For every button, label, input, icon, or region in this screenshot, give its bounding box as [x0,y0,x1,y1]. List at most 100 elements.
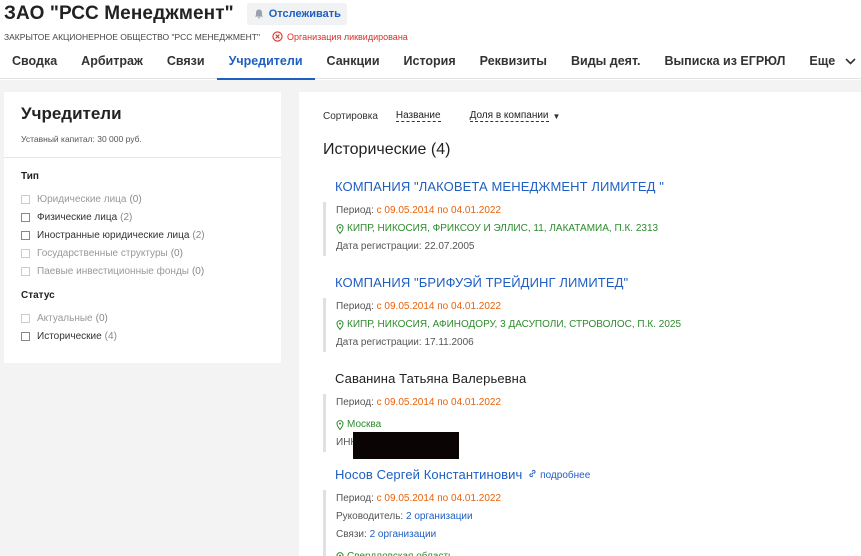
page-header: ЗАО "РСС Менеджмент" Отслеживать ЗАКРЫТО… [0,0,861,84]
address-line: КИПР, НИКОСИЯ, ФРИКСОУ И ЭЛЛИС, 11, ЛАКА… [336,220,835,238]
checkbox[interactable] [21,248,30,258]
links-orgs-link[interactable]: 2 организации [370,529,437,540]
head-line: Руководитель: 2 организации [336,508,835,526]
checkbox[interactable] [21,331,30,341]
tab-activities[interactable]: Виды деят. [559,44,652,79]
filter-count: (4) [104,330,117,342]
checkbox[interactable] [21,212,30,222]
filter-count: (0) [95,312,108,324]
company-full-name: ЗАКРЫТОЕ АКЦИОНЕРНОЕ ОБЩЕСТВО "РСС МЕНЕД… [4,31,261,42]
filter-current[interactable]: Актуальные (0) [21,309,281,327]
filter-historical[interactable]: Исторические (4) [21,327,281,345]
sort-by-share[interactable]: Доля в компании [469,110,549,122]
founder-name-link[interactable]: КОМПАНИЯ "БРИФУЭЙ ТРЕЙДИНГ ЛИМИТЕД" [335,275,835,290]
follow-label: Отслеживать [268,8,341,20]
redaction-block [353,432,459,459]
founder-name-link[interactable]: КОМПАНИЯ "ЛАКОВЕТА МЕНЕДЖМЕНТ ЛИМИТЕД " [335,179,835,194]
sort-by-share-label: Доля в компании [469,110,549,121]
tab-summary[interactable]: Сводка [0,44,69,79]
period-line: Период: с 09.05.2014 по 04.01.2022 [336,202,835,220]
filter-label: Исторические [37,330,102,342]
links-label: Связи: [336,529,367,540]
period-label: Период: [336,397,374,408]
sort-row: Сортировка Название Доля в компании ▼ [323,110,560,122]
tab-requisites[interactable]: Реквизиты [468,44,559,79]
period-line: Период: с 09.05.2014 по 04.01.2022 [336,298,835,316]
chevron-down-icon [845,58,856,65]
founder-name-link[interactable]: Носов Сергей Константинович [335,467,522,482]
filter-legal-entities[interactable]: Юридические лица (0) [21,190,281,208]
filter-mutual-funds[interactable]: Паевые инвестиционные фонды (0) [21,262,281,280]
sidebar-title: Учредители [21,104,122,123]
founder-details: Период: с 09.05.2014 по 04.01.2022 Руков… [323,490,835,556]
head-label: Руководитель: [336,511,404,522]
filter-sidebar: Учредители Уставный капитал: 30 000 руб.… [4,92,281,363]
sort-label: Сортировка [323,110,378,122]
filter-count: (0) [191,265,205,277]
tab-more-label: Еще [809,54,836,68]
details-link[interactable]: подробнее [528,469,590,481]
filter-label: Актуальные [37,312,93,324]
title-row: ЗАО "РСС Менеджмент" Отслеживать [4,3,347,25]
address-value: КИПР, НИКОСИЯ, ФРИКСОУ И ЭЛЛИС, 11, ЛАКА… [347,223,659,234]
filter-label: Государственные структуры [37,247,168,259]
founder-details: Период: с 09.05.2014 по 04.01.2022 КИПР,… [323,298,835,352]
founders-list-panel: Сортировка Название Доля в компании ▼ Ис… [299,92,861,556]
tab-arbitration[interactable]: Арбитраж [69,44,155,79]
filter-label: Паевые инвестиционные фонды [37,265,189,277]
period-line: Период: с 09.05.2014 по 04.01.2022 [336,394,835,412]
filter-label: Юридические лица [37,193,127,205]
filter-count: (0) [129,193,142,205]
address-line: КИПР, НИКОСИЯ, АФИНОДОРУ, 3 ДАСУПОЛИ, СТ… [336,316,835,334]
filter-label: Иностранные юридические лица [37,229,190,241]
filter-count: (0) [170,247,183,259]
sort-by-name[interactable]: Название [395,110,441,122]
period-value: с 09.05.2014 по 04.01.2022 [376,397,502,408]
address-value: Свердловская область [347,548,453,556]
map-pin-icon [336,552,344,556]
period-value: с 09.05.2014 по 04.01.2022 [376,493,502,504]
filter-count: (2) [120,211,133,223]
address-line: Свердловская область [336,548,835,556]
subtitle-row: ЗАКРЫТОЕ АКЦИОНЕРНОЕ ОБЩЕСТВО "РСС МЕНЕД… [4,31,408,42]
checkbox[interactable] [21,266,30,276]
links-line: Связи: 2 организации [336,526,835,544]
period-label: Период: [336,301,374,312]
founder-entry: Носов Сергей Константинович подробнее Пе… [323,467,835,556]
tab-egrul-extract[interactable]: Выписка из ЕГРЮЛ [652,44,797,79]
map-pin-icon [336,320,344,330]
company-title: ЗАО "РСС Менеджмент" [4,3,234,24]
filter-group-type-title: Тип [21,171,39,182]
tab-history[interactable]: История [392,44,468,79]
sidebar-filters: Тип Юридические лица (0) Физические лица… [4,158,281,345]
bell-icon [254,9,263,19]
authorized-capital: Уставный капитал: 30 000 руб. [21,134,142,144]
address-value: КИПР, НИКОСИЯ, АФИНОДОРУ, 3 ДАСУПОЛИ, СТ… [347,319,682,330]
founder-name-row: Носов Сергей Константинович подробнее [335,467,835,482]
map-pin-icon [336,224,344,234]
details-link-label: подробнее [540,469,591,481]
registration-date: Дата регистрации: 17.11.2006 [336,337,474,348]
close-circle-icon [272,31,283,42]
checkbox[interactable] [21,194,30,204]
checkbox[interactable] [21,230,30,240]
follow-button[interactable]: Отслеживать [246,3,347,25]
status-text: Организация ликвидирована [287,31,408,42]
checkbox[interactable] [21,313,30,323]
filter-government[interactable]: Государственные структуры (0) [21,244,281,262]
registration-date: Дата регистрации: 22.07.2005 [336,241,475,252]
founder-name: Саванина Татьяна Валерьевна [335,371,527,386]
filter-label: Физические лица [37,211,118,223]
filter-individuals[interactable]: Физические лица (2) [21,208,281,226]
tab-connections[interactable]: Связи [155,44,217,79]
period-label: Период: [336,205,374,216]
status-badge: Организация ликвидирована [272,31,408,42]
tab-more[interactable]: Еще [797,44,861,79]
head-orgs-link[interactable]: 2 организации [406,511,473,522]
founder-details: Период: с 09.05.2014 по 04.01.2022 КИПР,… [323,202,835,256]
tab-founders[interactable]: Учредители [216,44,315,80]
period-value: с 09.05.2014 по 04.01.2022 [376,301,502,312]
tab-sanctions[interactable]: Санкции [315,44,392,79]
filter-foreign-legal-entities[interactable]: Иностранные юридические лица (2) [21,226,281,244]
period-line: Период: с 09.05.2014 по 04.01.2022 [336,490,835,508]
